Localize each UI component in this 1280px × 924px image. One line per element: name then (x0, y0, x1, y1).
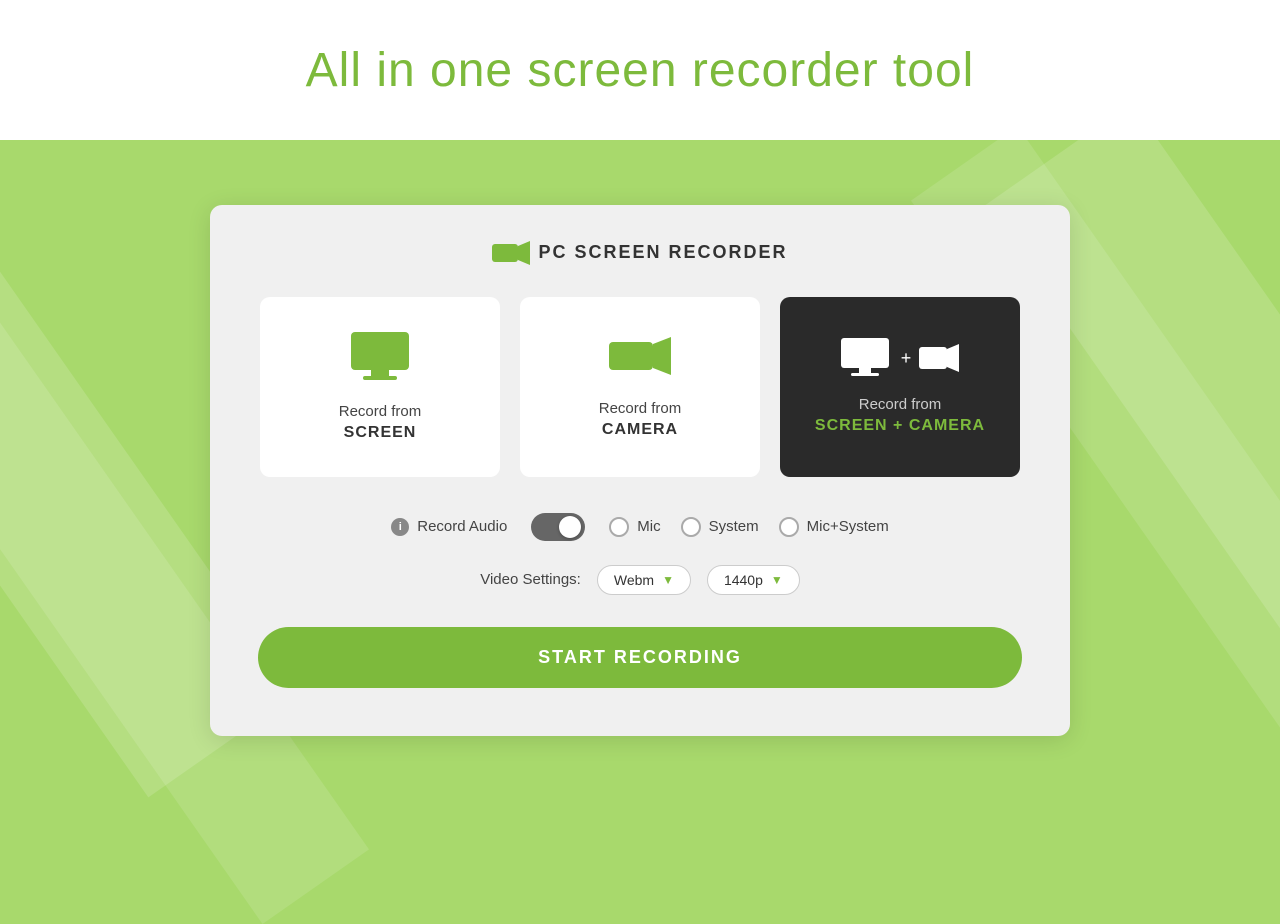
video-settings-label: Video Settings: (480, 571, 581, 588)
record-screen-camera-option[interactable]: + Record from SCREEN + CAMERA (780, 297, 1020, 477)
screen-svg (349, 332, 411, 380)
camera-option-label-bottom: CAMERA (602, 421, 678, 439)
app-header: PC SCREEN RECORDER (258, 241, 1022, 265)
app-card: PC SCREEN RECORDER Record from SCREEN (210, 205, 1070, 736)
video-settings: Video Settings: Webm ▼ 1440p ▼ (258, 565, 1022, 595)
audio-label-group: i Record Audio (391, 518, 507, 536)
top-header: All in one screen recorder tool (0, 0, 1280, 140)
screen-camera-option-label-bottom: SCREEN + CAMERA (815, 417, 985, 435)
format-chevron-down-icon: ▼ (662, 573, 674, 587)
mic-radio-circle (609, 517, 629, 537)
format-value: Webm (614, 572, 654, 588)
camera-icon (609, 335, 671, 382)
mic-radio-label: Mic (637, 518, 660, 535)
system-radio-circle (681, 517, 701, 537)
screen-icon (349, 332, 411, 385)
screen-option-label-top: Record from (339, 403, 422, 420)
combo-icon: + (841, 338, 960, 378)
app-logo: PC SCREEN RECORDER (492, 241, 787, 265)
system-radio-item[interactable]: System (681, 517, 759, 537)
system-radio-label: System (709, 518, 759, 535)
record-options: Record from SCREEN Record from CAMERA (258, 297, 1022, 477)
mic-system-radio-item[interactable]: Mic+System (779, 517, 889, 537)
screen-camera-option-label-top: Record from (859, 396, 942, 413)
main-area: PC SCREEN RECORDER Record from SCREEN (0, 140, 1280, 800)
resolution-value: 1440p (724, 572, 763, 588)
audio-radio-group: Mic System Mic+System (609, 517, 888, 537)
info-icon: i (391, 518, 409, 536)
audio-label: Record Audio (417, 518, 507, 535)
record-screen-option[interactable]: Record from SCREEN (260, 297, 500, 477)
combo-camera-svg (919, 343, 959, 373)
camera-svg (609, 335, 671, 377)
camera-option-label-top: Record from (599, 400, 682, 417)
plus-sign: + (901, 348, 912, 369)
start-recording-button[interactable]: START RECORDING (258, 627, 1022, 688)
mic-system-radio-circle (779, 517, 799, 537)
combo-screen-svg (841, 338, 893, 378)
screen-option-label-bottom: SCREEN (344, 424, 417, 442)
app-logo-icon (492, 241, 530, 265)
mic-radio-item[interactable]: Mic (609, 517, 660, 537)
record-camera-option[interactable]: Record from CAMERA (520, 297, 760, 477)
app-title: PC SCREEN RECORDER (538, 242, 787, 263)
mic-system-radio-label: Mic+System (807, 518, 889, 535)
format-dropdown[interactable]: Webm ▼ (597, 565, 691, 595)
toggle-knob (559, 516, 581, 538)
resolution-dropdown[interactable]: 1440p ▼ (707, 565, 800, 595)
logo-camera-svg (492, 241, 530, 265)
resolution-chevron-down-icon: ▼ (771, 573, 783, 587)
audio-section: i Record Audio Mic System Mic+System (258, 513, 1022, 541)
audio-toggle[interactable] (531, 513, 585, 541)
page-title: All in one screen recorder tool (306, 43, 975, 98)
